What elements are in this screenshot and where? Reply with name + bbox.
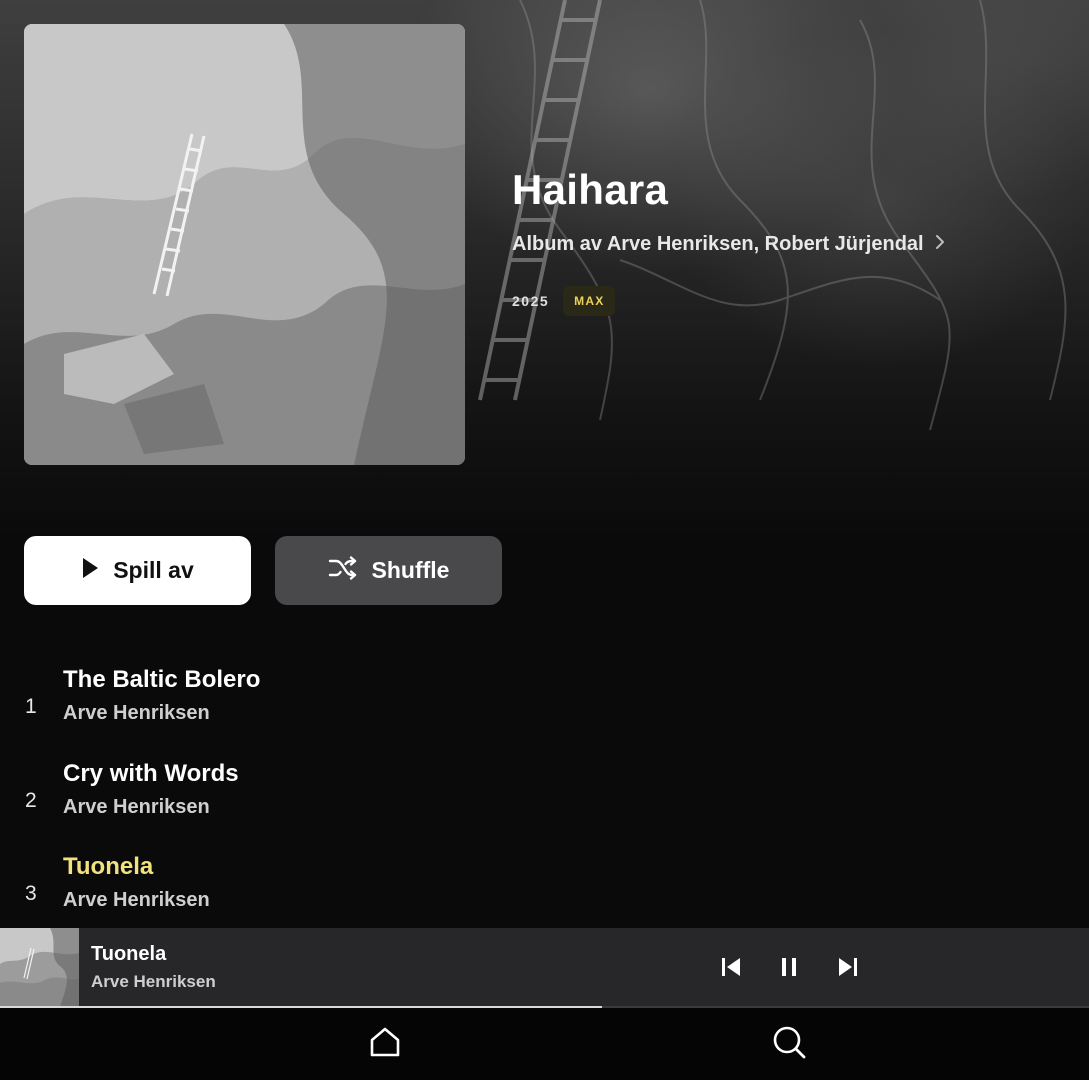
track-title-playing: Tuonela	[63, 853, 154, 880]
track-number: 1	[25, 695, 37, 718]
now-playing-title: Tuonela	[91, 943, 167, 965]
mini-player[interactable]: Tuonela Arve Henriksen	[0, 928, 1089, 1008]
track-title: Cry with Words	[63, 760, 239, 787]
quality-badge: MAX	[563, 286, 616, 316]
album-title: Haihara	[512, 166, 669, 213]
play-label: Spill av	[113, 557, 194, 583]
next-button[interactable]	[835, 956, 861, 982]
skip-previous-icon	[720, 956, 742, 983]
shuffle-icon	[328, 555, 358, 587]
shuffle-label: Shuffle	[371, 557, 450, 583]
home-icon	[368, 1025, 402, 1064]
search-icon	[771, 1024, 807, 1065]
track-artist: Arve Henriksen	[63, 702, 210, 724]
album-cover	[24, 24, 465, 465]
album-meta: 2025 MAX	[512, 286, 616, 316]
release-year: 2025	[512, 293, 550, 309]
play-icon	[81, 557, 99, 585]
track-title: The Baltic Bolero	[63, 666, 261, 693]
pause-button[interactable]	[776, 956, 802, 982]
shuffle-button[interactable]: Shuffle	[275, 536, 502, 605]
bottom-nav	[0, 1008, 1089, 1080]
pause-icon	[778, 956, 800, 983]
skip-next-icon	[837, 956, 859, 983]
chevron-right-icon	[934, 233, 946, 256]
now-playing-art	[0, 928, 79, 1007]
track-row[interactable]: 2 Cry with Words Arve Henriksen	[0, 760, 1089, 850]
track-number: 2	[25, 789, 37, 812]
play-button[interactable]: Spill av	[24, 536, 251, 605]
nav-home[interactable]	[365, 1024, 405, 1064]
album-subtitle: Album av Arve Henriksen, Robert Jürjenda…	[512, 233, 924, 255]
now-playing-artist: Arve Henriksen	[91, 972, 216, 991]
track-artist: Arve Henriksen	[63, 796, 210, 818]
album-artist-link[interactable]: Album av Arve Henriksen, Robert Jürjenda…	[512, 233, 946, 256]
track-row[interactable]: 1 The Baltic Bolero Arve Henriksen	[0, 666, 1089, 756]
track-number: 3	[25, 882, 37, 905]
previous-button[interactable]	[718, 956, 744, 982]
track-artist: Arve Henriksen	[63, 889, 210, 911]
nav-search[interactable]	[769, 1024, 809, 1064]
